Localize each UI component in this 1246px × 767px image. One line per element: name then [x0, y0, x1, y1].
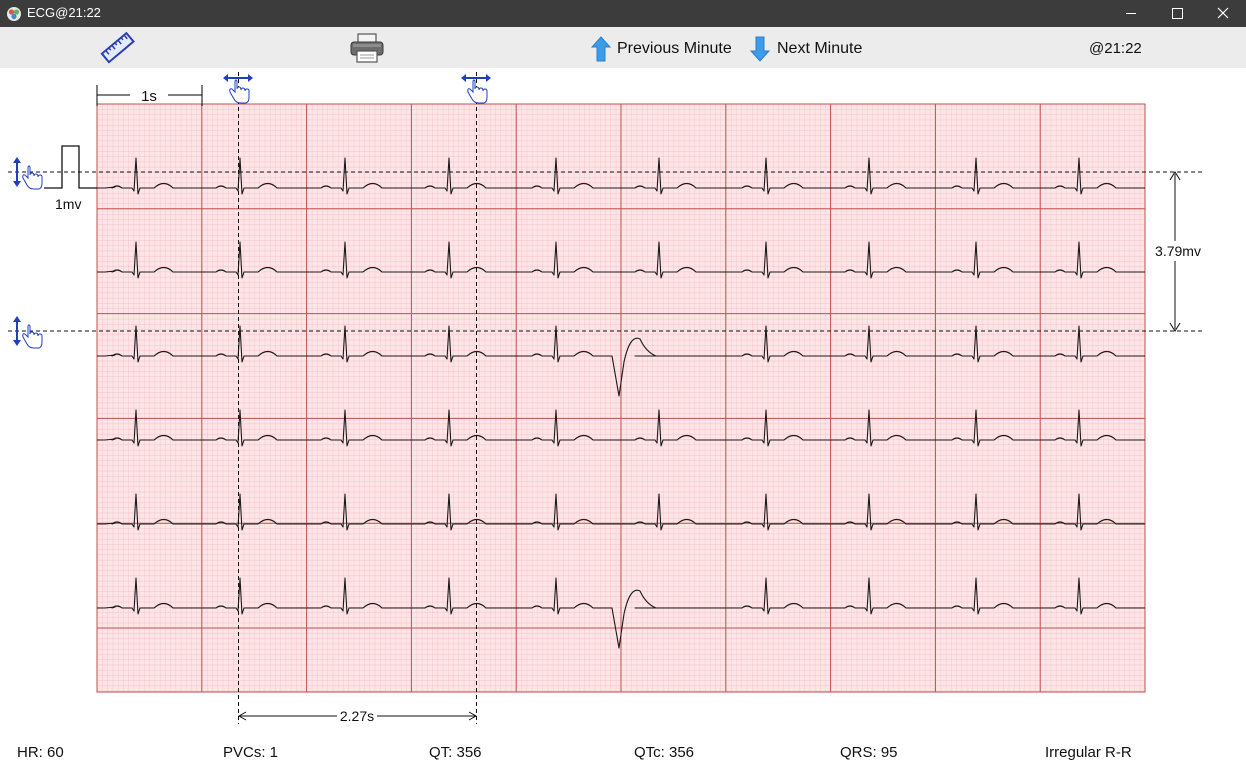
amplitude-caliper-handle-bottom[interactable] — [13, 316, 43, 349]
ecg-chart: 1s 1mv 3.79mv 2.27s — [8, 72, 1205, 724]
previous-minute-label: Previous Minute — [617, 40, 732, 57]
ecg-grid — [96, 103, 1146, 693]
interval-caliper-handle-left[interactable] — [223, 74, 253, 104]
qt-stat: QT: 356 — [429, 744, 482, 761]
title-bar: ECG@21:22 — [0, 0, 1246, 27]
maximize-icon — [1172, 8, 1183, 19]
calibration-label: 1mv — [55, 196, 81, 212]
interval-caliper-handle-right[interactable] — [461, 74, 491, 104]
hand-pointer-icon — [229, 79, 250, 104]
hand-pointer-icon — [22, 324, 43, 349]
ruler-icon — [100, 31, 135, 64]
close-icon — [1217, 7, 1229, 19]
amplitude-measure-label: 3.79mv — [1155, 243, 1201, 259]
hand-pointer-icon — [467, 79, 488, 104]
close-button[interactable] — [1200, 0, 1246, 27]
printer-icon — [350, 33, 384, 63]
print-button[interactable] — [348, 32, 386, 64]
qrs-stat: QRS: 95 — [840, 744, 898, 761]
ruler-button[interactable] — [100, 30, 136, 66]
pvcs-stat: PVCs: 1 — [223, 744, 279, 761]
time-label: @21:22 — [1089, 40, 1142, 57]
calibration-pulse: 1mv — [44, 145, 97, 212]
minimize-icon — [1126, 13, 1136, 14]
heart-rate-stat: HR: 60 — [17, 744, 64, 761]
rhythm-stat: Irregular R-R — [1045, 744, 1132, 761]
maximize-button[interactable] — [1154, 0, 1200, 27]
minimize-button[interactable] — [1108, 0, 1154, 27]
time-scale-label: 1s — [141, 88, 157, 105]
arrow-down-icon — [750, 36, 770, 62]
qtc-stat: QTc: 356 — [634, 744, 695, 761]
interval-measure-label: 2.27s — [340, 708, 374, 724]
amplitude-caliper-handle-top[interactable] — [13, 157, 43, 190]
window-title: ECG@21:22 — [27, 5, 101, 20]
app-icon — [7, 7, 21, 21]
next-minute-label: Next Minute — [777, 40, 863, 57]
arrow-up-icon — [591, 36, 611, 62]
time-scale-bar: 1s — [96, 85, 203, 106]
toolbar: Previous Minute Next Minute @21:22 — [0, 27, 1246, 68]
hand-pointer-icon — [22, 165, 43, 190]
